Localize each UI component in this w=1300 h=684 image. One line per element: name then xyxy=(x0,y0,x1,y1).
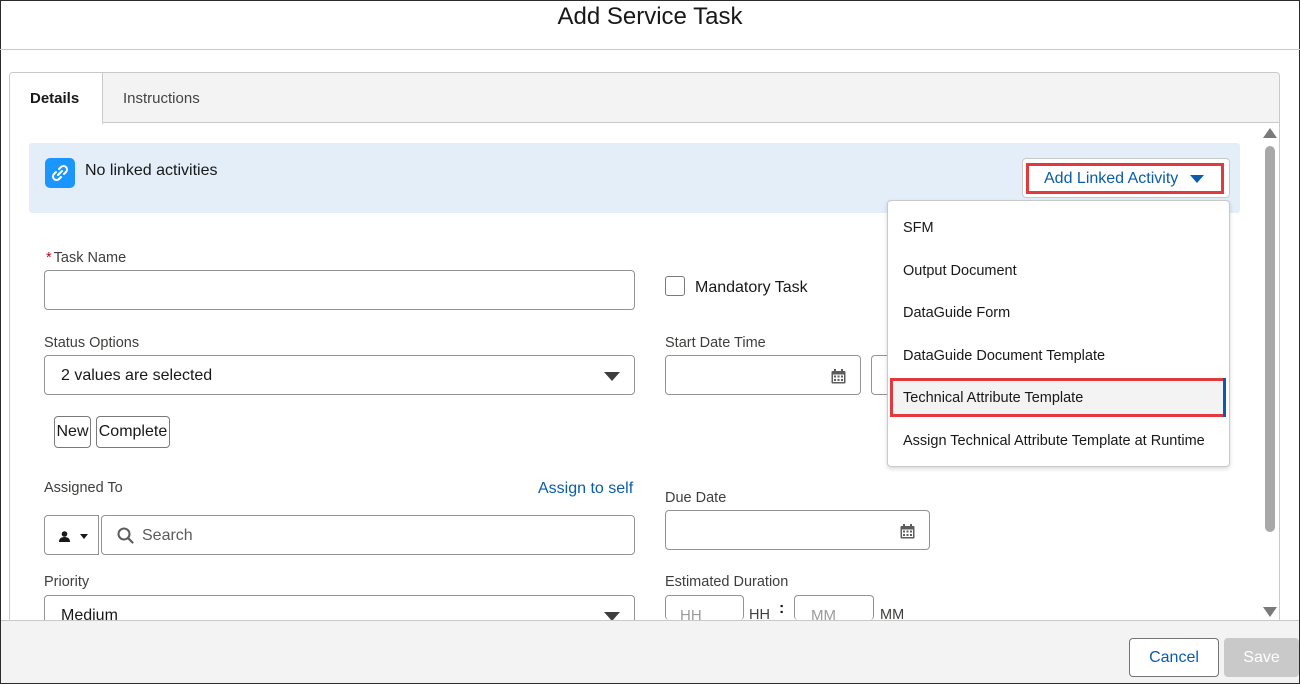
assignee-type-select[interactable] xyxy=(44,515,99,555)
search-placeholder: Search xyxy=(142,527,193,544)
chevron-down-icon xyxy=(604,372,620,381)
due-date-label: Due Date xyxy=(665,490,727,506)
scrollbar-thumb[interactable] xyxy=(1265,146,1275,532)
link-icon xyxy=(45,158,75,188)
tab-details[interactable]: Details xyxy=(10,73,103,124)
tab-instructions[interactable]: Instructions xyxy=(103,73,220,123)
linked-activity-menu: SFM Output Document DataGuide Form DataG… xyxy=(887,200,1230,467)
mandatory-task-label: Mandatory Task xyxy=(695,279,808,296)
priority-value: Medium xyxy=(61,607,118,620)
menu-item-sfm[interactable]: SFM xyxy=(888,210,1229,246)
chevron-down-icon xyxy=(604,612,620,620)
modal-title: Add Service Task xyxy=(0,0,1300,50)
status-options-label: Status Options xyxy=(44,335,140,351)
start-datetime-label: Start Date Time xyxy=(665,335,766,351)
status-options-select[interactable]: 2 values are selected xyxy=(44,355,635,395)
task-name-input[interactable] xyxy=(44,270,635,310)
add-linked-activity-highlight[interactable]: Add Linked Activity xyxy=(1026,163,1224,194)
start-date-input[interactable] xyxy=(665,355,861,395)
minutes-placeholder: MM xyxy=(811,607,836,620)
status-pill-complete[interactable]: Complete xyxy=(96,416,170,448)
status-options-value: 2 values are selected xyxy=(61,367,213,384)
user-icon xyxy=(59,531,70,542)
menu-item-technical-attribute-template[interactable]: Technical Attribute Template xyxy=(888,380,1229,416)
linked-status-text: No linked activities xyxy=(85,162,218,179)
cancel-button[interactable]: Cancel xyxy=(1129,638,1219,677)
caret-down-icon xyxy=(80,534,88,539)
calendar-icon[interactable] xyxy=(831,369,846,384)
menu-item-output-document[interactable]: Output Document xyxy=(888,253,1229,289)
estimated-duration-label: Estimated Duration xyxy=(665,574,789,590)
menu-item-dataguide-document-template[interactable]: DataGuide Document Template xyxy=(888,338,1229,374)
hours-input[interactable]: HH xyxy=(665,595,744,620)
minutes-input[interactable]: MM xyxy=(794,595,874,620)
menu-item-assign-technical-attribute-template[interactable]: Assign Technical Attribute Template at R… xyxy=(888,423,1229,459)
assignee-search-input[interactable]: Search xyxy=(101,515,635,555)
calendar-icon[interactable] xyxy=(900,524,915,539)
mandatory-task-checkbox[interactable] xyxy=(665,276,685,296)
scroll-up-arrow-icon[interactable] xyxy=(1263,128,1277,138)
status-pill-new[interactable]: New xyxy=(54,416,91,448)
scroll-down-arrow-icon[interactable] xyxy=(1263,607,1277,617)
duration-separator: : xyxy=(779,600,785,617)
save-button[interactable]: Save xyxy=(1224,638,1299,677)
chevron-down-icon xyxy=(1190,174,1205,183)
task-name-label-text: Task Name xyxy=(53,250,127,266)
priority-select[interactable]: Medium xyxy=(44,595,635,620)
required-asterisk: * xyxy=(46,250,52,266)
priority-label: Priority xyxy=(44,574,90,590)
assigned-to-label: Assigned To xyxy=(44,480,123,496)
menu-item-dataguide-form[interactable]: DataGuide Form xyxy=(888,295,1229,331)
search-icon xyxy=(117,527,134,544)
assign-to-self-link[interactable]: Assign to self xyxy=(538,480,633,498)
task-name-label: * Task Name xyxy=(46,250,126,266)
hours-placeholder: HH xyxy=(680,607,702,620)
modal-footer xyxy=(1,620,1299,683)
due-date-input[interactable] xyxy=(665,510,930,550)
add-linked-activity-label: Add Linked Activity xyxy=(1044,169,1179,187)
